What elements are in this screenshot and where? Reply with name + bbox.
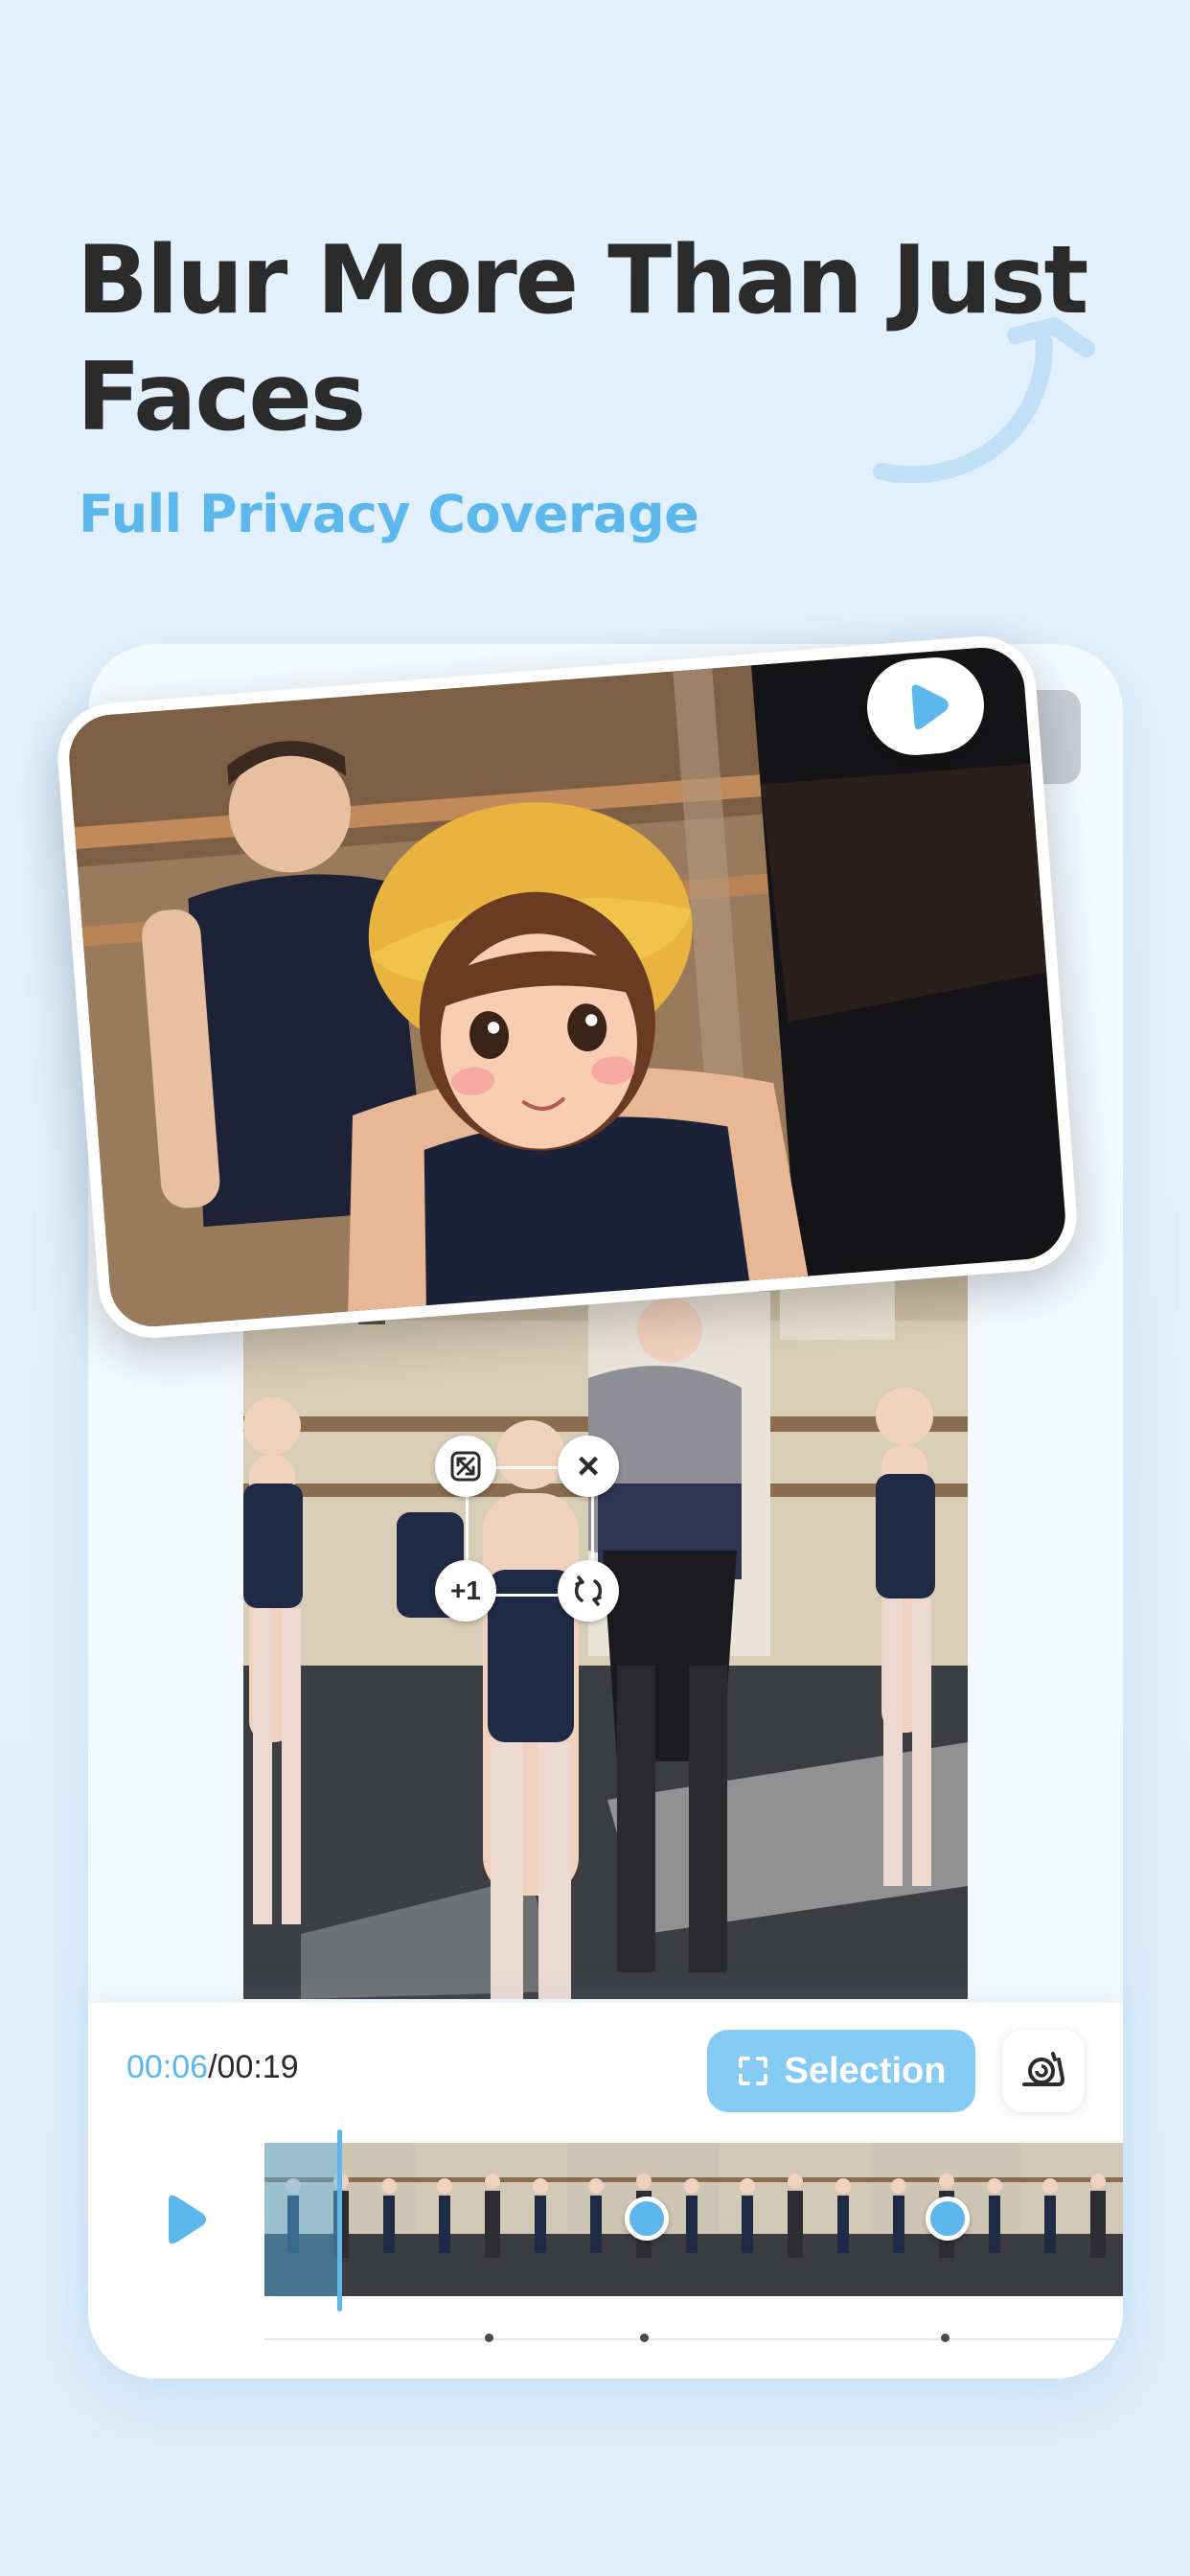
keyframe-track	[264, 2338, 1123, 2340]
timeline-play-button[interactable]	[163, 2193, 209, 2246]
ballet-class-photo	[243, 1263, 968, 1999]
speed-button[interactable]	[1002, 2030, 1085, 2112]
add-one-label: +1	[450, 1576, 481, 1605]
subheadline: Full Privacy Coverage	[79, 484, 699, 544]
keyframe-marker[interactable]	[926, 2196, 970, 2241]
refresh-icon	[574, 1576, 603, 1606]
keyframe-dot	[485, 2334, 493, 2342]
selection-button-label: Selection	[784, 2050, 947, 2091]
frame-thumbnail	[719, 2143, 870, 2296]
timeline-selection-overlay	[264, 2143, 341, 2296]
keyframe-marker[interactable]	[625, 2196, 669, 2241]
expand-arrows-icon	[450, 1451, 481, 1482]
rotate-handle[interactable]	[558, 1560, 619, 1622]
curved-arrow-icon	[873, 317, 1095, 484]
timeline-frame	[719, 2143, 870, 2296]
close-icon: ×	[577, 1444, 600, 1487]
timeline-frame	[1021, 2143, 1123, 2296]
frame-thumbnail	[416, 2143, 567, 2296]
remove-selection-button[interactable]: ×	[558, 1436, 619, 1497]
playhead[interactable]	[337, 2129, 342, 2312]
resize-handle[interactable]	[435, 1436, 496, 1497]
duplicate-selection-button[interactable]: +1	[435, 1560, 496, 1622]
video-preview[interactable]	[243, 1263, 968, 1999]
total-time: /00:19	[208, 2049, 299, 2085]
timeline-strip[interactable]	[264, 2143, 1123, 2296]
keyframe-dot	[640, 2334, 649, 2342]
current-time: 00:06	[126, 2049, 209, 2085]
snail-icon	[1022, 2052, 1065, 2086]
selection-button[interactable]: Selection	[707, 2030, 975, 2112]
keyframe-dot	[941, 2334, 950, 2342]
play-icon	[911, 684, 949, 730]
time-display: 00:06/00:19	[126, 2049, 299, 2086]
preview-play-button[interactable]	[863, 654, 988, 759]
timeline-frame	[416, 2143, 567, 2296]
frame-thumbnail	[1021, 2143, 1123, 2296]
selection-frame-icon	[738, 2057, 767, 2085]
